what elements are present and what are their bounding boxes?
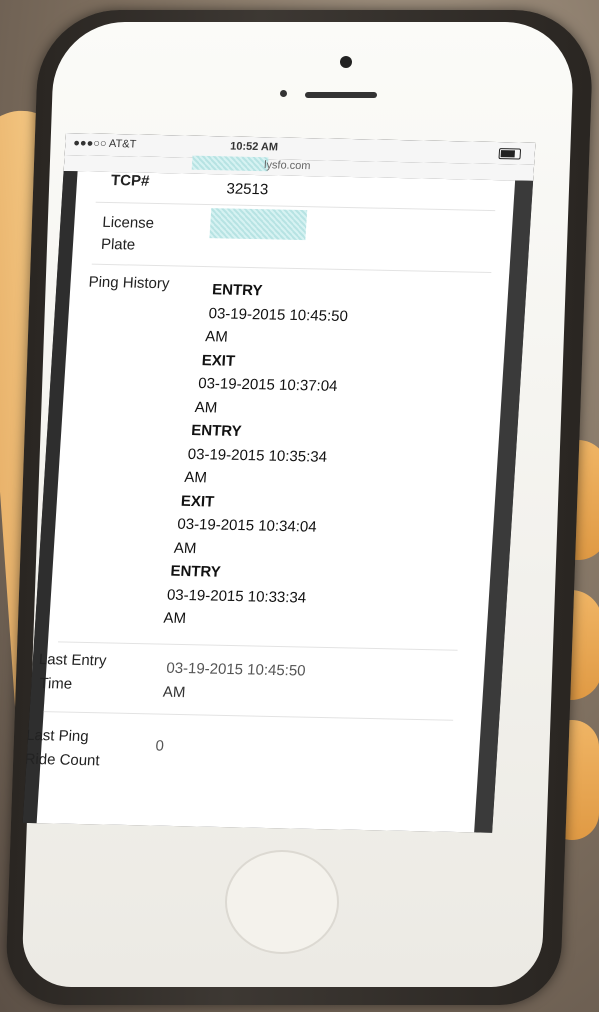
ping-ampm: AM <box>194 398 218 416</box>
ping-type: ENTRY <box>190 421 243 441</box>
tcp-value: 32513 <box>225 180 269 199</box>
earpiece-speaker <box>305 92 377 98</box>
url-text: lysfo.com <box>263 159 311 173</box>
ping-type: ENTRY <box>169 562 222 581</box>
ping-date: 03-19-2015 10:35:34 <box>187 445 328 466</box>
phone-screen: ●●●○○ AT&T 10:52 AM lysfo.com TCP# 32513… <box>22 133 536 833</box>
redaction-block <box>191 155 269 172</box>
last-entry-value-line2: AM <box>162 683 186 702</box>
license-label-line2: Plate <box>100 235 136 254</box>
ping-history-list: ENTRY 03-19-2015 10:45:50 AM EXIT 03-19-… <box>157 278 350 634</box>
ping-ampm: AM <box>204 328 229 346</box>
last-ping-label-line2: Ride Count <box>24 750 101 770</box>
row-divider <box>57 641 458 651</box>
license-label-line1: License <box>101 213 155 232</box>
ping-date: 03-19-2015 10:45:50 <box>208 304 349 325</box>
row-divider <box>91 263 492 274</box>
details-page[interactable]: TCP# 32513 License Plate Ping History EN… <box>24 171 518 833</box>
last-ping-label-line1: Last Ping <box>25 726 90 746</box>
tcp-label: TCP# <box>110 171 150 190</box>
ping-type: EXIT <box>201 351 236 370</box>
row-divider <box>43 711 454 721</box>
carrier-label: ●●●○○ AT&T <box>72 137 137 151</box>
license-plate-redacted <box>209 208 308 241</box>
last-entry-label-line2: Time <box>38 675 73 693</box>
ping-history-label: Ping History <box>88 273 170 293</box>
ping-type: ENTRY <box>211 281 263 300</box>
ping-ampm: AM <box>163 609 187 628</box>
front-camera <box>340 56 352 68</box>
ping-type: EXIT <box>180 492 215 511</box>
status-time: 10:52 AM <box>229 140 279 154</box>
ping-date: 03-19-2015 10:37:04 <box>197 375 338 395</box>
battery-icon <box>498 148 522 160</box>
ping-date: 03-19-2015 10:33:34 <box>166 586 307 607</box>
ping-date: 03-19-2015 10:34:04 <box>176 515 318 536</box>
proximity-sensor <box>280 90 287 97</box>
last-ping-value: 0 <box>154 737 165 755</box>
ping-ampm: AM <box>183 468 208 487</box>
last-entry-label-line1: Last Entry <box>38 651 107 670</box>
home-button[interactable] <box>225 850 339 954</box>
last-entry-value-line1: 03-19-2015 10:45:50 <box>165 659 307 680</box>
ping-ampm: AM <box>173 539 197 557</box>
